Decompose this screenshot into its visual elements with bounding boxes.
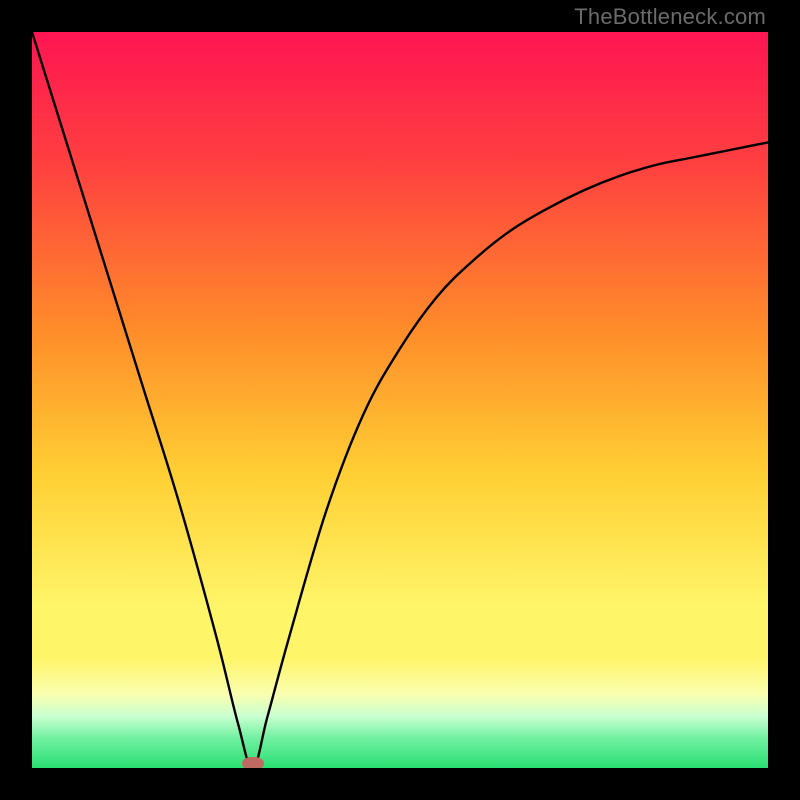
bottleneck-curve xyxy=(32,32,768,768)
chart-frame: TheBottleneck.com xyxy=(0,0,800,800)
watermark-label: TheBottleneck.com xyxy=(574,4,766,30)
curve-minimum-marker xyxy=(242,757,264,768)
plot-area xyxy=(32,32,768,768)
